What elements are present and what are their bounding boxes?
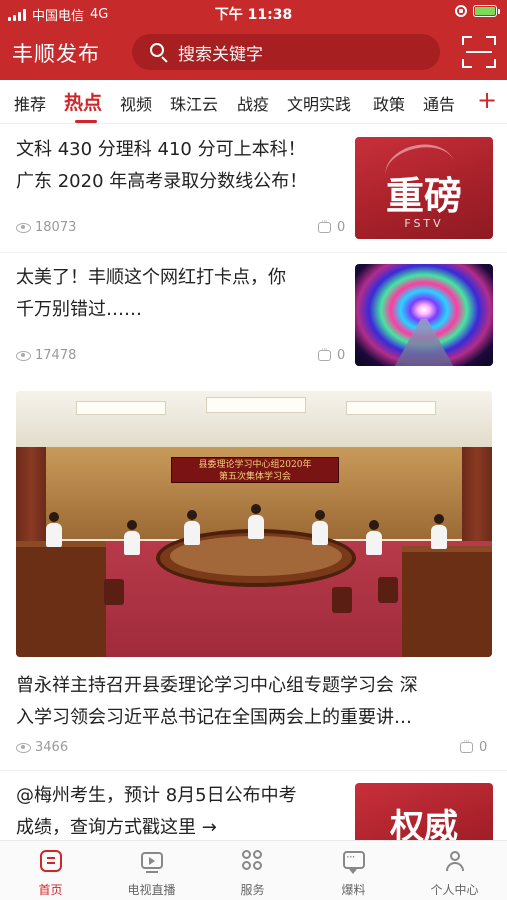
view-count-value: 17478 (35, 348, 77, 363)
search-icon (142, 34, 178, 70)
search-placeholder: 搜索关键字 (178, 44, 263, 65)
thumbnail-headline: 重磅 (385, 173, 462, 218)
category-tabs: 推荐 热点 视频 珠江云 战疫 文明实践 政策 通告 + (0, 80, 507, 124)
status-right (455, 5, 500, 17)
news-title-line: 广东 2020 年高考录取分数线公布！ (16, 171, 308, 192)
news-cover-image[interactable]: 县委理论学习中心组2020年 第五次集体学习会 (16, 391, 492, 657)
comment-icon (460, 737, 473, 753)
meeting-banner: 县委理论学习中心组2020年 第五次集体学习会 (171, 457, 339, 483)
app-title: 丰顺发布 (12, 42, 100, 66)
side-desk (402, 546, 492, 657)
nav-label: 首页 (38, 883, 63, 897)
ceiling-light (206, 397, 306, 413)
news-title-line: 曾永祥主持召开县委理论学习中心组专题学习会 深 (16, 675, 418, 696)
news-title[interactable]: 曾永祥主持召开县委理论学习中心组专题学习会 深 入学习领会习近平总书记在全国两会… (16, 670, 496, 734)
news-title-line: 入学习领会习近平总书记在全国两会上的重要讲… (16, 707, 412, 728)
add-tab-button[interactable]: + (474, 87, 500, 113)
news-item[interactable]: 太美了！丰顺这个网红打卡点，你 千万别错过…… 17478 0 (0, 252, 507, 382)
attendee (366, 520, 382, 555)
thumbnail-headline: 权威 (390, 807, 458, 840)
chair (378, 577, 398, 603)
attendee (312, 510, 328, 545)
banner-line: 第五次集体学习会 (218, 472, 291, 482)
attendee (248, 504, 264, 539)
comment-icon (318, 217, 331, 233)
status-time: 下午 11:38 (214, 7, 293, 23)
nav-profile[interactable]: 个人中心 (404, 841, 505, 900)
search-input[interactable]: 搜索关键字 (132, 34, 440, 70)
chat-icon (343, 850, 365, 874)
app-header: 丰顺发布 搜索关键字 (0, 26, 507, 80)
news-title-line: 太美了！丰顺这个网红打卡点，你 (16, 267, 286, 288)
thumbnail-subtext: FSTV (404, 217, 444, 230)
comment-count[interactable]: 0 (318, 345, 346, 363)
news-item[interactable]: 文科 430 分理科 410 分可上本科！ 广东 2020 年高考录取分数线公布… (0, 124, 507, 252)
ceiling-light (76, 401, 166, 415)
attendee (46, 512, 62, 547)
view-count-value: 3466 (35, 740, 69, 755)
tv-icon (141, 852, 163, 873)
news-title-line: @梅州考生，预计 8月5日公布中考 (16, 785, 297, 806)
battery-icon (473, 5, 500, 17)
comment-count-value: 0 (337, 348, 346, 363)
news-title-line: 千万别错过…… (16, 299, 142, 320)
tab-hot[interactable]: 热点 (64, 88, 102, 115)
nav-tipoff[interactable]: 爆料 (303, 841, 404, 900)
news-item[interactable]: @梅州考生，预计 8月5日公布中考 成绩，查询方式戳这里 → 权威 (0, 770, 507, 840)
tab-notice[interactable]: 通告 (423, 91, 455, 115)
chair (332, 587, 352, 613)
tab-recommend[interactable]: 推荐 (14, 91, 46, 115)
nav-service[interactable]: 服务 (202, 841, 303, 900)
tab-policy[interactable]: 政策 (373, 91, 405, 115)
tunnel-walkway (393, 319, 455, 366)
nav-tv-live[interactable]: 电视直播 (101, 841, 202, 900)
tab-active-underline (75, 120, 97, 123)
orientation-lock-icon (455, 5, 467, 17)
grid-icon (242, 850, 264, 872)
nav-home[interactable]: 首页 (0, 841, 101, 900)
comment-icon (318, 345, 331, 361)
nav-label: 个人中心 (430, 883, 479, 897)
nav-label: 电视直播 (127, 883, 176, 897)
attendee (431, 514, 447, 549)
view-count: 3466 (16, 740, 68, 755)
bottom-nav: 首页 电视直播 服务 爆料 个人中心 (0, 840, 507, 900)
view-count: 18073 (16, 220, 76, 235)
banner-line: 县委理论学习中心组2020年 (198, 460, 312, 470)
news-title-line: 成绩，查询方式戳这里 → (16, 817, 217, 838)
attendee (184, 510, 200, 545)
tab-epidemic[interactable]: 战疫 (237, 91, 269, 115)
tab-video[interactable]: 视频 (120, 91, 152, 115)
tab-zhujiangyun[interactable]: 珠江云 (170, 91, 218, 115)
comment-count[interactable]: 0 (318, 217, 346, 235)
comment-count[interactable]: 0 (460, 737, 488, 755)
news-thumbnail[interactable]: 权威 (355, 783, 493, 840)
nav-label: 爆料 (341, 883, 366, 897)
news-thumbnail[interactable] (355, 264, 493, 366)
tab-civilization[interactable]: 文明实践 (287, 91, 351, 115)
attendee (124, 520, 140, 555)
ceiling-light (346, 401, 436, 415)
scan-icon[interactable] (462, 36, 496, 68)
eye-icon (16, 742, 31, 753)
side-desk (16, 541, 106, 657)
comment-count-value: 0 (337, 220, 346, 235)
view-count-value: 18073 (35, 220, 77, 235)
news-title-line: 文科 430 分理科 410 分可上本科！ (16, 139, 306, 160)
eye-icon (16, 222, 31, 233)
chair (104, 579, 124, 605)
status-bar: 中国电信 4G 下午 11:38 (0, 0, 507, 26)
news-thumbnail[interactable]: 重磅 FSTV (355, 137, 493, 239)
user-icon (444, 850, 466, 872)
eye-icon (16, 350, 31, 361)
home-icon (40, 850, 62, 872)
comment-count-value: 0 (479, 740, 488, 755)
nav-label: 服务 (240, 883, 265, 897)
view-count: 17478 (16, 348, 76, 363)
